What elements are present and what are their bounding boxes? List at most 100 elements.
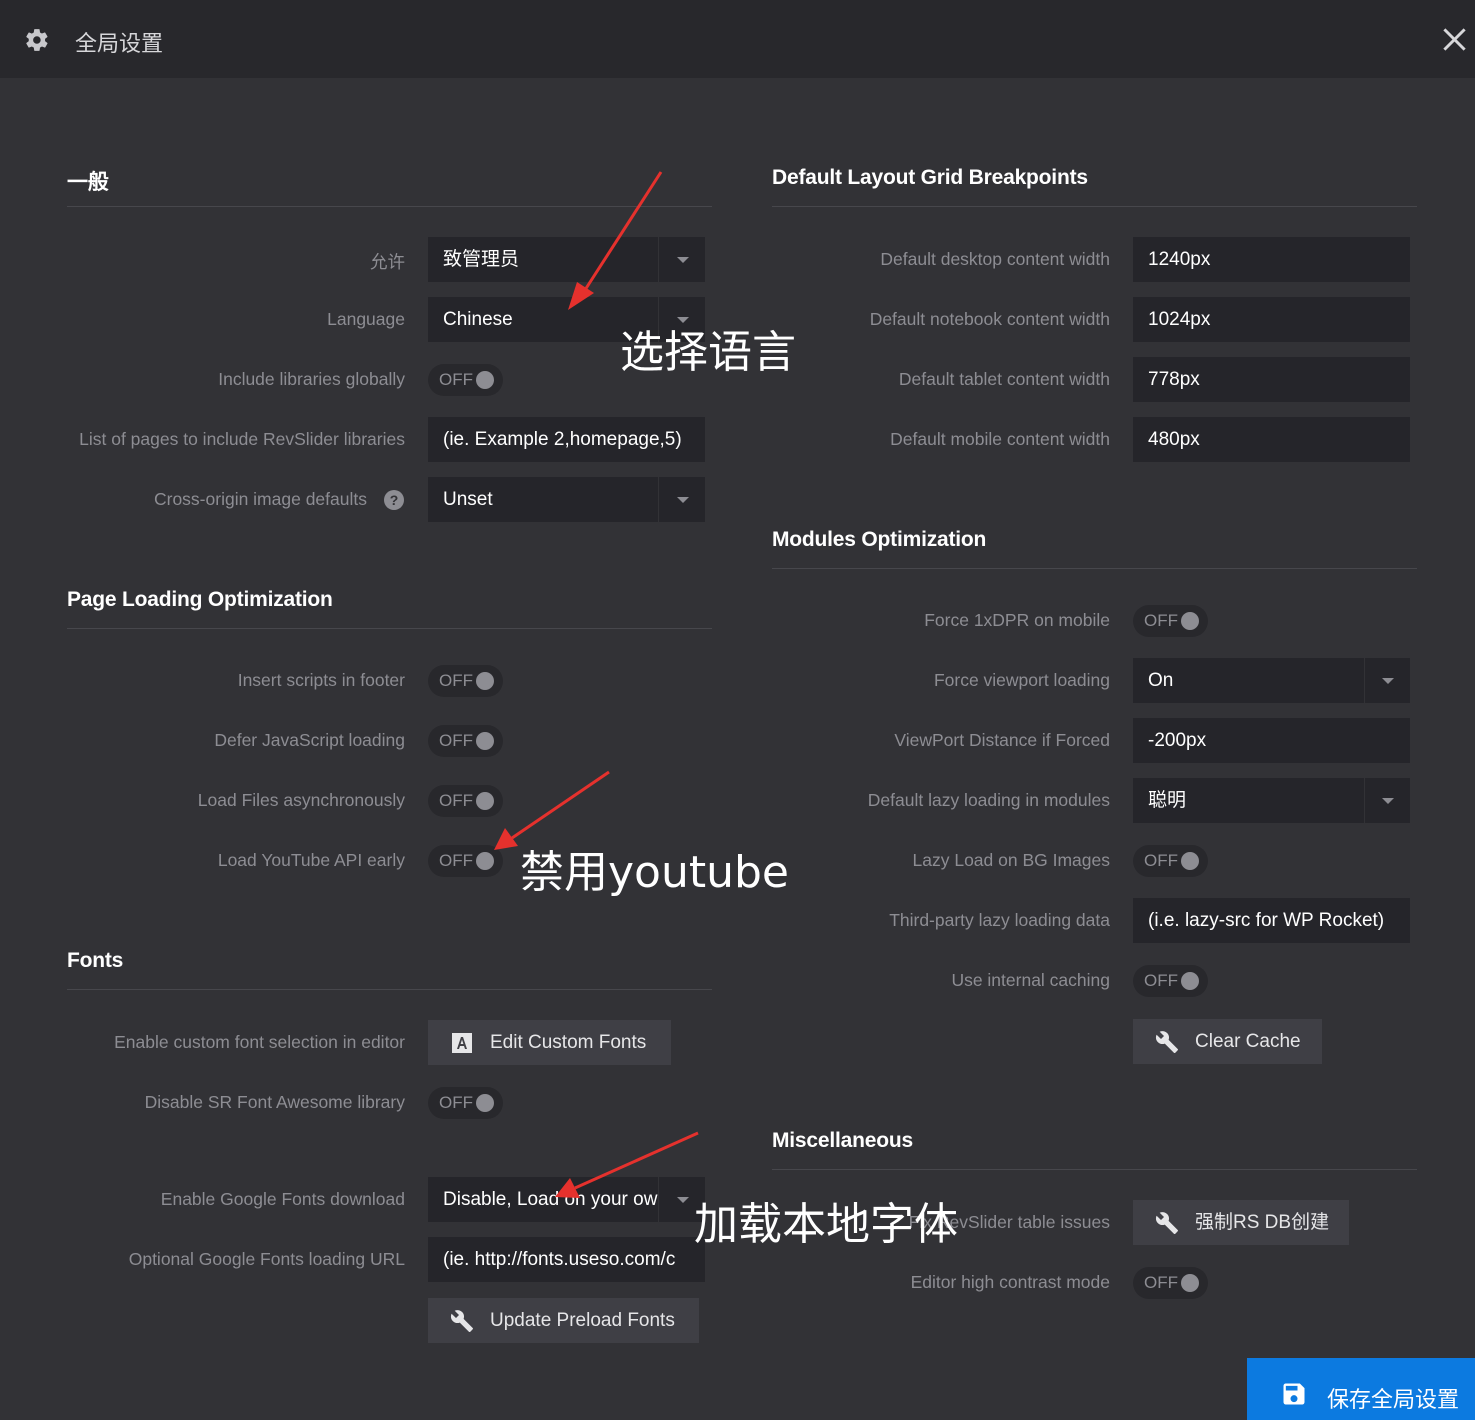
youtube-api-toggle[interactable]: OFF (428, 845, 503, 877)
viewport-loading-select[interactable]: On (1133, 658, 1410, 703)
toggle-state: OFF (1144, 1273, 1178, 1292)
font-awesome-label: Disable SR Font Awesome library (144, 1092, 405, 1112)
section-divider (67, 628, 712, 629)
permission-label: 允许 (370, 252, 405, 272)
section-title-page-loading: Page Loading Optimization (67, 588, 333, 611)
notebook-width-input[interactable]: 1024px (1133, 297, 1410, 342)
update-preload-fonts-label: Update Preload Fonts (490, 1310, 675, 1331)
toggle-state: OFF (1144, 971, 1178, 990)
toggle-state: OFF (439, 791, 473, 810)
wrench-icon (1155, 1212, 1178, 1234)
section-title-general: 一般 (67, 171, 109, 194)
google-download-label: Enable Google Fonts download (160, 1189, 405, 1209)
cross-origin-value: Unset (443, 489, 493, 510)
section-divider (772, 206, 1417, 207)
section-divider (67, 989, 712, 990)
lazy-loading-select[interactable]: 聪明 (1133, 778, 1410, 823)
lazy-loading-value: 聪明 (1148, 790, 1187, 811)
desktop-width-label: Default desktop content width (880, 249, 1110, 269)
insert-footer-label: Insert scripts in footer (237, 670, 405, 690)
toggle-state: OFF (1144, 611, 1178, 630)
load-async-label: Load Files asynchronously (197, 790, 405, 810)
third-party-input[interactable]: (i.e. lazy-src for WP Rocket) (1133, 898, 1410, 943)
cross-origin-label: Cross-origin image defaults (153, 489, 367, 509)
viewport-distance-input[interactable]: -200px (1133, 718, 1410, 763)
mobile-width-label: Default mobile content width (890, 429, 1110, 449)
wrench-icon (1155, 1031, 1178, 1053)
google-url-input[interactable]: (ie. http://fonts.useso.com/c (428, 1237, 705, 1282)
toggle-knob (1181, 612, 1199, 630)
title-bar: 全局设置 (0, 0, 1475, 78)
edit-custom-fonts-label: Edit Custom Fonts (490, 1032, 647, 1053)
permission-select[interactable]: 致管理员 (428, 237, 705, 282)
cross-origin-select[interactable]: Unset (428, 477, 705, 522)
include-libraries-toggle[interactable]: OFF (428, 364, 503, 396)
annotation-language-note: 选择语言 (620, 327, 796, 378)
close-icon[interactable] (1441, 26, 1468, 53)
lazy-loading-label: Default lazy loading in modules (867, 790, 1110, 810)
force-dpr-label: Force 1xDPR on mobile (924, 610, 1110, 630)
help-icon[interactable]: ? (384, 490, 404, 510)
internal-caching-label: Use internal caching (951, 970, 1110, 990)
select-separator (1364, 658, 1365, 703)
language-value: Chinese (443, 309, 513, 330)
toggle-state: OFF (439, 851, 473, 870)
section-title-modules: Modules Optimization (772, 528, 987, 551)
annotation-fonts-note: 加载本地字体 (694, 1199, 958, 1250)
section-divider (772, 1169, 1417, 1170)
third-party-label: Third-party lazy loading data (889, 910, 1110, 930)
force-dpr-toggle[interactable]: OFF (1133, 605, 1208, 637)
wrench-icon (450, 1310, 473, 1332)
google-download-select[interactable]: Disable, Load on your ow (428, 1177, 705, 1222)
viewport-loading-value: On (1148, 670, 1174, 691)
lazy-bg-label: Lazy Load on BG Images (912, 850, 1110, 870)
google-url-label: Optional Google Fonts loading URL (128, 1249, 405, 1269)
annotation-youtube-note: 禁用youtube (520, 847, 789, 898)
google-download-value: Disable, Load on your ow (443, 1189, 658, 1210)
section-divider (772, 568, 1417, 569)
insert-footer-toggle[interactable]: OFF (428, 665, 503, 697)
select-separator (658, 237, 659, 282)
viewport-distance-label: ViewPort Distance if Forced (894, 730, 1110, 750)
window-title: 全局设置 (75, 31, 164, 56)
chevron-down-icon (677, 257, 689, 263)
floppy-disk-icon (1283, 1383, 1305, 1405)
toggle-knob (1181, 1274, 1199, 1292)
save-global-settings-button[interactable]: 保存全局设置 (1247, 1358, 1475, 1420)
toggle-state: OFF (439, 1093, 473, 1112)
tablet-width-input[interactable]: 778px (1133, 357, 1410, 402)
force-db-create-label: 强制RS DB创建 (1195, 1212, 1330, 1233)
language-label: Language (327, 309, 405, 329)
load-async-toggle[interactable]: OFF (428, 785, 503, 817)
select-separator (658, 1177, 659, 1222)
toggle-knob (476, 672, 494, 690)
pages-list-input[interactable]: (ie. Example 2,homepage,5) (428, 417, 705, 462)
tablet-width-label: Default tablet content width (898, 369, 1110, 389)
viewport-loading-label: Force viewport loading (933, 670, 1110, 690)
gear-icon (26, 29, 48, 51)
notebook-width-label: Default notebook content width (869, 309, 1110, 329)
clear-cache-button[interactable]: Clear Cache (1133, 1019, 1322, 1064)
font-letter-icon (452, 1033, 472, 1053)
section-title-misc: Miscellaneous (772, 1129, 913, 1152)
force-db-create-button[interactable]: 强制RS DB创建 (1133, 1200, 1349, 1245)
clear-cache-label: Clear Cache (1195, 1031, 1301, 1052)
defer-js-toggle[interactable]: OFF (428, 725, 503, 757)
chevron-down-icon (1382, 678, 1394, 684)
update-preload-fonts-button[interactable]: Update Preload Fonts (428, 1298, 699, 1343)
mobile-width-input[interactable]: 480px (1133, 417, 1410, 462)
toggle-knob (1181, 972, 1199, 990)
chevron-down-icon (1382, 798, 1394, 804)
edit-custom-fonts-button[interactable]: Edit Custom Fonts (428, 1020, 671, 1065)
youtube-api-label: Load YouTube API early (217, 850, 405, 870)
font-awesome-toggle[interactable]: OFF (428, 1087, 503, 1119)
section-title-fonts: Fonts (67, 949, 124, 972)
chevron-down-icon (677, 497, 689, 503)
section-divider (67, 206, 712, 207)
desktop-width-input[interactable]: 1240px (1133, 237, 1410, 282)
permission-value: 致管理员 (443, 249, 520, 270)
lazy-bg-toggle[interactable]: OFF (1133, 845, 1208, 877)
high-contrast-toggle[interactable]: OFF (1133, 1267, 1208, 1299)
internal-caching-toggle[interactable]: OFF (1133, 965, 1208, 997)
custom-font-label: Enable custom font selection in editor (114, 1032, 405, 1052)
